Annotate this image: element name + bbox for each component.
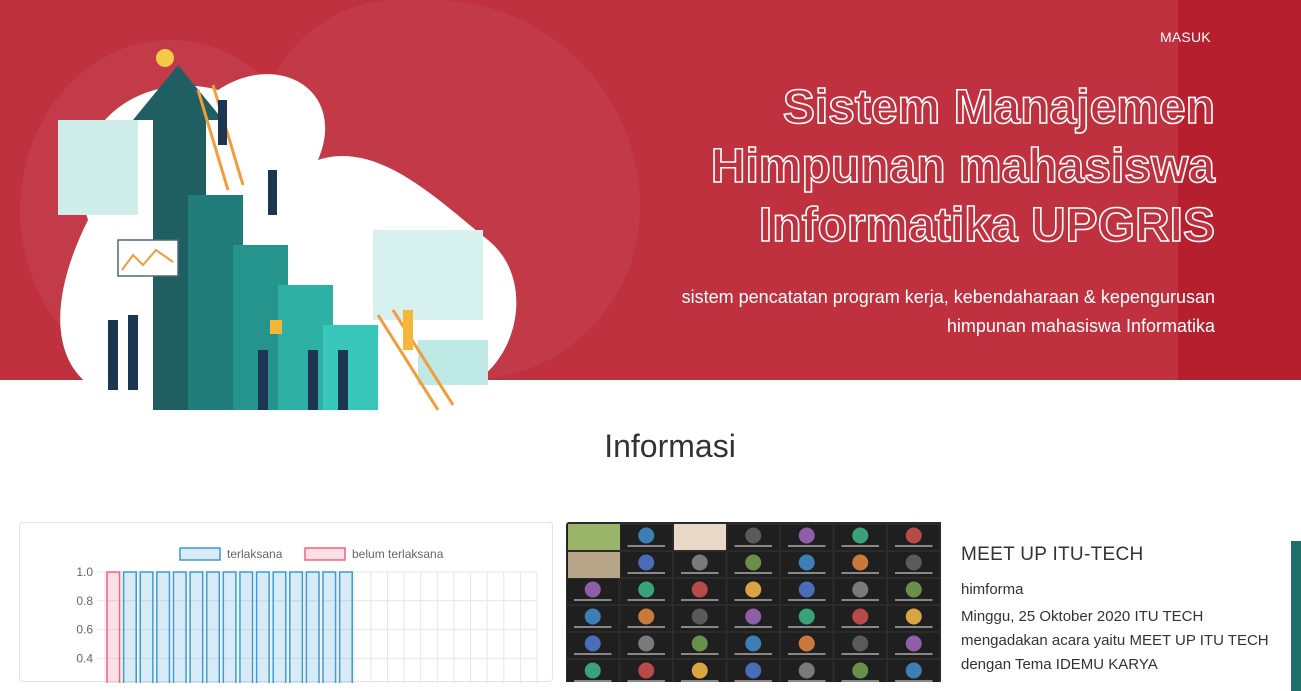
chart-bar [338, 571, 353, 683]
legend-label: terlaksana [227, 547, 283, 561]
chart-bar [255, 571, 270, 683]
section-title-informasi: Informasi [604, 428, 736, 464]
participant-tile [620, 606, 672, 631]
news-photo[interactable] [566, 522, 941, 682]
y-tick-label: 0.6 [76, 623, 93, 637]
participant-tile [781, 525, 833, 550]
news-title[interactable]: MEET UP ITU-TECH [961, 544, 1144, 566]
participant-tile [727, 606, 779, 631]
chart-bar [156, 571, 171, 683]
participant-tile [567, 579, 619, 604]
participant-tile [674, 660, 726, 682]
participant-tile [834, 606, 886, 631]
news-accent-bar [1291, 541, 1301, 691]
legend-swatch [304, 547, 346, 561]
y-tick-label: 0.8 [76, 594, 93, 608]
participant-tile [834, 525, 886, 550]
chart-bar [322, 571, 337, 683]
y-tick-label: 1.0 [76, 565, 93, 579]
participant-tile [620, 633, 672, 658]
participant-tile [674, 552, 726, 577]
chart-bar [139, 571, 154, 683]
chart-bar [289, 571, 304, 683]
hero-title-line: Sistem Manajemen [782, 80, 1216, 135]
chart-bar [222, 571, 237, 683]
participant-tile [567, 633, 619, 658]
participant-tile [834, 579, 886, 604]
chart-bar [272, 571, 287, 683]
video-feed-tile [568, 552, 620, 578]
participant-tile [781, 606, 833, 631]
participant-tile [620, 525, 672, 550]
news-author: himforma [961, 581, 1024, 598]
participant-tile [834, 552, 886, 577]
participant-tile [674, 633, 726, 658]
program-chart: terlaksana belum terlaksana 1.0 0.8 0.6 0.4 [76, 547, 538, 683]
hero-title-line: Himpunan mahasiswa [710, 139, 1216, 194]
hero-subtitle-line: himpunan mahasiswa Informatika [946, 316, 1215, 336]
legend-swatch [179, 547, 221, 561]
hero-subtitle: sistem pencatatan program kerja, kebenda… [595, 283, 1215, 341]
y-tick-label: 0.4 [76, 651, 93, 665]
chart-bar [305, 571, 320, 683]
hero-title-line: Informatika UPGRIS [758, 198, 1216, 253]
legend-label: belum terlaksana [352, 547, 444, 561]
participant-tile [834, 633, 886, 658]
hero-subtitle-line: sistem pencatatan program kerja, kebenda… [681, 287, 1215, 307]
participant-tile [834, 660, 886, 682]
news-excerpt: Minggu, 25 Oktober 2020 ITU TECH mengada… [961, 608, 1269, 673]
video-feed-tile [674, 524, 726, 550]
participant-tile [567, 606, 619, 631]
chart-bar [189, 571, 204, 683]
participant-tile [888, 552, 940, 577]
video-call-grid-image [567, 524, 940, 682]
hero-title: Sistem Manajemen Himpunan mahasiswa Info… [575, 78, 1216, 255]
participant-tile [888, 633, 940, 658]
participant-tile [781, 552, 833, 577]
participant-tile [888, 606, 940, 631]
chart-bar [239, 571, 254, 683]
participant-tile [727, 633, 779, 658]
hero-illustration [58, 49, 517, 411]
participant-tile [781, 579, 833, 604]
participant-tile [674, 579, 726, 604]
participant-tile [888, 660, 940, 682]
login-link[interactable]: MASUK [1160, 29, 1211, 45]
participant-tile [781, 633, 833, 658]
participant-tile [888, 579, 940, 604]
chart-bar [172, 571, 187, 683]
participant-tile [727, 660, 779, 682]
participant-tile [781, 660, 833, 682]
participant-tile [888, 525, 940, 550]
participant-tile [567, 660, 619, 682]
participant-tile [727, 579, 779, 604]
news-card[interactable]: MEET UP ITU-TECH himforma Minggu, 25 Okt… [566, 522, 1301, 691]
participant-tile [620, 579, 672, 604]
chart-bar [122, 571, 137, 683]
participant-tile [727, 525, 779, 550]
chart-bar [205, 571, 221, 683]
participant-tile [620, 552, 672, 577]
participant-tile [727, 552, 779, 577]
chart-bar [106, 571, 121, 683]
program-chart-card: terlaksana belum terlaksana 1.0 0.8 0.6 0.4 [19, 522, 553, 683]
participant-tile [620, 660, 672, 682]
participant-tile [674, 606, 726, 631]
video-feed-tile [568, 524, 620, 550]
